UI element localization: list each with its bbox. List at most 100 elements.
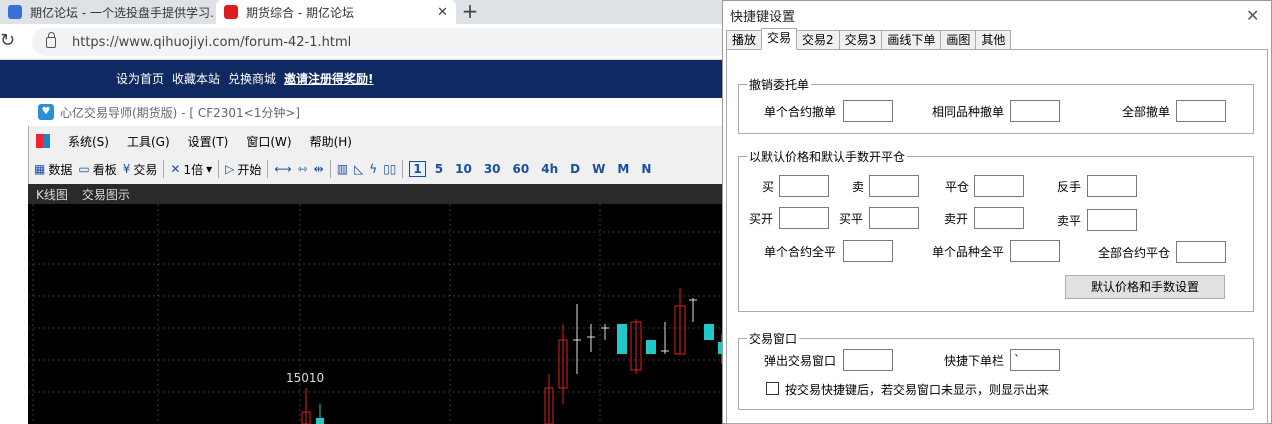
trade-button[interactable]: ¥ 交易 xyxy=(123,161,158,178)
multiply-icon: ✕ xyxy=(170,162,181,176)
tab-title: 期货综合 - 期亿论坛 xyxy=(246,5,354,20)
tab-trade-chart[interactable]: 交易图示 xyxy=(82,186,130,203)
tab-kline[interactable]: K线图 xyxy=(36,186,68,203)
menu-system[interactable]: 系统(S) xyxy=(68,133,109,150)
candle-icon[interactable]: ▥ xyxy=(337,162,348,176)
show-window-checkbox[interactable] xyxy=(766,382,779,395)
browser-tab[interactable]: 期亿论坛 - 一个选投盘手提供学习… ✕ xyxy=(0,0,214,24)
invite-link[interactable]: 邀请注册得奖励! xyxy=(284,70,373,87)
toolbar-divider xyxy=(218,160,220,178)
label-sell-open: 卖开 xyxy=(944,212,969,226)
default-price-qty-button[interactable]: 默认价格和手数设置 xyxy=(1065,275,1225,299)
period-d[interactable]: D xyxy=(567,162,583,176)
grid-icon: ▦ xyxy=(34,162,46,176)
menu-tools[interactable]: 工具(G) xyxy=(127,133,170,150)
line-chart-icon[interactable]: ◺ xyxy=(354,162,363,176)
reload-icon[interactable]: ↻ xyxy=(0,30,15,51)
price-label: 15010 xyxy=(286,371,324,385)
menu-help[interactable]: 帮助(H) xyxy=(310,133,352,150)
play-icon: ▷ xyxy=(225,162,235,176)
kline-chart[interactable]: 15010 xyxy=(28,204,728,424)
input-reverse[interactable] xyxy=(1087,175,1137,197)
period-w[interactable]: W xyxy=(589,162,608,176)
period-m[interactable]: M xyxy=(614,162,632,176)
input-single-cancel[interactable] xyxy=(843,100,893,122)
label-single-flat: 单个合约全平 xyxy=(764,245,837,259)
input-sell-open[interactable] xyxy=(974,207,1024,229)
candle-down xyxy=(617,324,627,354)
period-5[interactable]: 5 xyxy=(432,162,446,176)
fit-icon[interactable]: ⇹ xyxy=(314,162,324,176)
tab-trade[interactable]: 交易 xyxy=(761,28,798,50)
period-60[interactable]: 60 xyxy=(510,162,533,176)
url-text: https://www.qihuojiyi.com/forum-42-1.htm… xyxy=(72,34,352,50)
chart-grid xyxy=(28,204,728,424)
label-same-cancel: 相同品种撤单 xyxy=(932,105,1005,119)
shop-link[interactable]: 兑换商城 xyxy=(228,70,276,87)
period-4h[interactable]: 4h xyxy=(538,162,561,176)
bookmark-link[interactable]: 收藏本站 xyxy=(172,70,220,87)
zoom-dropdown[interactable]: ✕ 1倍 ▾ xyxy=(170,161,212,178)
input-quick-bar[interactable]: ` xyxy=(1010,349,1060,371)
zoom-in-icon[interactable]: ⟷ xyxy=(274,162,291,176)
label-sell-close: 卖平 xyxy=(1057,214,1082,228)
bars-icon[interactable]: ▯▯ xyxy=(383,162,396,176)
input-all-cancel[interactable] xyxy=(1176,100,1226,122)
input-all-flat[interactable] xyxy=(1176,241,1226,263)
app-title: 心亿交易导师(期货版) - [ CF2301<1分钟>] xyxy=(60,105,301,120)
app-menu-icon[interactable] xyxy=(36,134,50,148)
input-buy[interactable] xyxy=(779,175,829,197)
label-all-flat: 全部合约平仓 xyxy=(1098,246,1171,260)
menu-settings[interactable]: 设置(T) xyxy=(188,133,229,150)
period-n[interactable]: N xyxy=(638,162,654,176)
tab-other[interactable]: 其他 xyxy=(975,30,1012,50)
period-10[interactable]: 10 xyxy=(452,162,475,176)
toolbar-divider xyxy=(402,160,404,178)
input-flat[interactable] xyxy=(974,175,1024,197)
input-variety-flat[interactable] xyxy=(1010,240,1060,262)
zoom-out-icon[interactable]: ⇿ xyxy=(298,162,308,176)
input-buy-open[interactable] xyxy=(779,207,829,229)
group-legend: 以默认价格和默认手数开平仓 xyxy=(749,150,906,164)
tab-trade3[interactable]: 交易3 xyxy=(838,30,883,50)
input-popup-window[interactable] xyxy=(843,349,893,371)
candle-down xyxy=(316,418,324,424)
label-quick-bar: 快捷下单栏 xyxy=(944,354,1005,368)
tab-drawing[interactable]: 画图 xyxy=(940,30,977,50)
yen-icon: ¥ xyxy=(122,162,131,176)
tab-play[interactable]: 播放 xyxy=(726,30,763,50)
menu-window[interactable]: 窗口(W) xyxy=(246,133,291,150)
group-legend: 交易窗口 xyxy=(749,332,798,346)
label-single-cancel: 单个合约撤单 xyxy=(764,105,837,119)
set-homepage-link[interactable]: 设为首页 xyxy=(116,70,164,87)
panel-tabs: K线图 交易图示 xyxy=(28,184,728,204)
input-buy-close[interactable] xyxy=(869,207,919,229)
tab-close-icon[interactable]: ✕ xyxy=(437,5,448,20)
tab-title: 期亿论坛 - 一个选投盘手提供学习… xyxy=(30,5,214,20)
dialog-tabs: 播放 交易 交易2 交易3 画线下单 画图 其他 xyxy=(726,28,1012,50)
chevron-down-icon: ▾ xyxy=(206,162,213,176)
input-sell[interactable] xyxy=(869,175,919,197)
app-logo-icon: ♥ xyxy=(38,104,54,120)
label-flat: 平仓 xyxy=(945,180,970,194)
toolbar-divider xyxy=(267,160,269,178)
url-field[interactable]: https://www.qihuojiyi.com/forum-42-1.htm… xyxy=(32,28,732,56)
tab-trade2[interactable]: 交易2 xyxy=(796,30,840,50)
site-top-links: 设为首页 收藏本站 兑换商城 邀请注册得奖励! xyxy=(116,70,374,87)
tab-line-order[interactable]: 画线下单 xyxy=(881,30,942,50)
board-button[interactable]: ▭ 看板 xyxy=(78,161,116,178)
period-30[interactable]: 30 xyxy=(481,162,504,176)
label-sell: 卖 xyxy=(852,180,865,194)
new-tab-icon[interactable]: + xyxy=(458,0,482,24)
input-single-flat[interactable] xyxy=(843,240,893,262)
close-icon[interactable]: ✕ xyxy=(1246,6,1259,25)
data-button[interactable]: ▦ 数据 xyxy=(34,161,72,178)
lightning-icon[interactable]: ϟ xyxy=(369,162,377,176)
app-titlebar: ♥ 心亿交易导师(期货版) - [ CF2301<1分钟>] xyxy=(28,98,728,126)
input-sell-close[interactable] xyxy=(1087,209,1137,231)
lock-icon xyxy=(46,31,56,48)
input-same-cancel[interactable] xyxy=(1010,100,1060,122)
period-1[interactable]: 1 xyxy=(409,161,426,177)
start-button[interactable]: ▷ 开始 xyxy=(225,161,261,178)
browser-tab-active[interactable]: 期货综合 - 期亿论坛 ✕ xyxy=(216,0,456,24)
